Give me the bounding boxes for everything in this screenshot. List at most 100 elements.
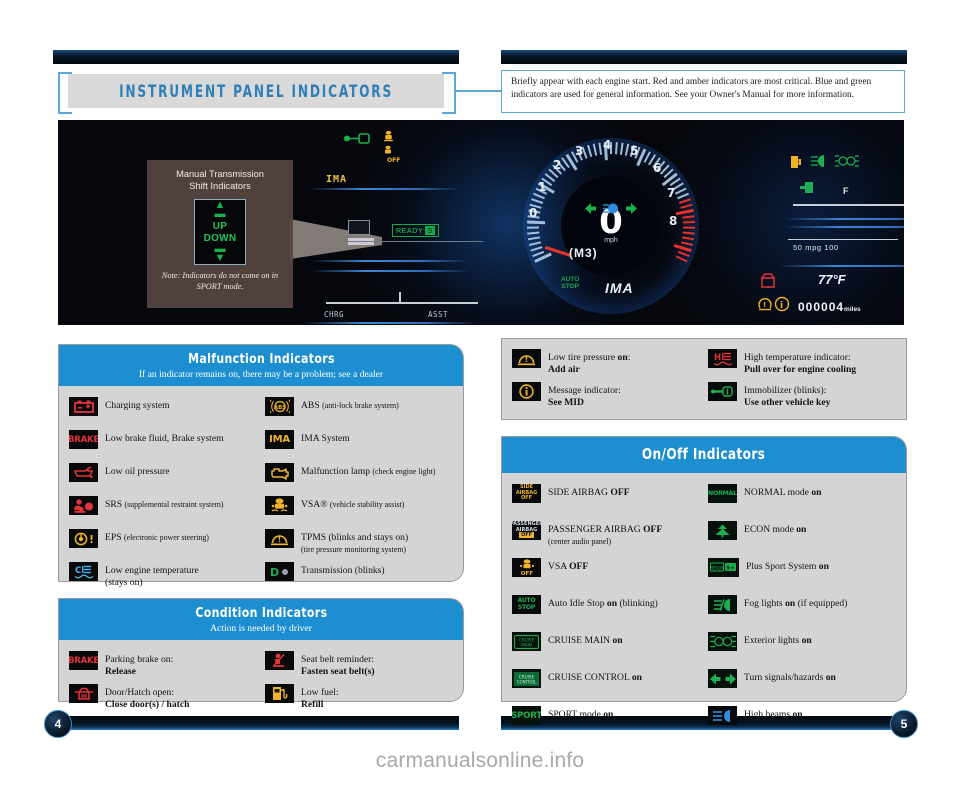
ima-logo-text: IMA xyxy=(605,280,634,296)
page-number-left: 4 xyxy=(44,710,72,738)
tick-label-8: 8 xyxy=(669,214,678,228)
svg-text:!: ! xyxy=(89,533,94,546)
shift-up-label: UP xyxy=(212,220,228,232)
cluster-charge-label: CHRG xyxy=(324,310,345,319)
svg-text:CONTROL: CONTROL xyxy=(517,679,537,684)
list-item: ! EPS (electronic power steering) xyxy=(69,527,259,560)
mpg-scale-label: 50 mpg 100 xyxy=(793,243,839,252)
list-item: PASSENGERAIRBAGOFF PASSENGER AIRBAG OFF(… xyxy=(512,519,702,554)
item-label: Low tire pressure on: Add air xyxy=(548,352,631,375)
coolant-temp-low-icon: C xyxy=(69,562,98,581)
passenger-airbag-off-icon: PASSENGERAIRBAGOFF xyxy=(512,521,541,540)
list-item: ! Low tire pressure on: Add air xyxy=(512,347,702,380)
svg-text:!: ! xyxy=(763,301,766,309)
item-label: Seat belt reminder: Fasten seat belt(s) xyxy=(301,654,375,677)
cluster-ima-label: IMA xyxy=(326,174,348,185)
fuel-full-label: F xyxy=(843,186,849,196)
svg-text:MAIN: MAIN xyxy=(521,642,532,647)
item-label: Turn signals/hazards on xyxy=(744,672,836,683)
tick-label-7: 7 xyxy=(667,186,676,200)
title-bracket-right xyxy=(442,72,456,114)
shift-indicator-callout: Manual Transmission Shift Indicators ▲ ▬ … xyxy=(147,160,293,308)
outside-temperature: 77°F xyxy=(818,272,846,287)
malfunction-indicators-panel: Malfunction Indicators If an indicator r… xyxy=(58,344,464,588)
cluster-key-telltale-icon: OFF xyxy=(344,130,400,164)
item-label: Plus Sport System on xyxy=(746,561,829,572)
turn-signal-icon xyxy=(708,669,737,688)
item-label: Exterior lights on xyxy=(744,635,812,646)
item-label: Low fuel: Refill xyxy=(301,687,339,710)
svg-text:H: H xyxy=(714,353,721,363)
item-label: Low oil pressure xyxy=(105,466,170,477)
item-label: Message indicator: See MID xyxy=(548,385,621,408)
svg-text:S+: S+ xyxy=(726,566,734,572)
cluster-ready-badge: READY S xyxy=(392,224,439,237)
brake-text-icon: BRAKE xyxy=(69,651,98,670)
item-label: SPORT mode on xyxy=(548,709,614,720)
list-item: H High temperature indicator: Pull over f… xyxy=(708,347,898,380)
tick-label-2: 2 xyxy=(553,158,562,172)
malfunction-title: Malfunction Indicators xyxy=(187,351,335,367)
cluster-divider-7 xyxy=(778,265,904,267)
steering-wheel-icon: ! xyxy=(69,529,98,548)
item-label: CRUISE CONTROL on xyxy=(548,672,643,683)
condition-items-grid: BRAKE Parking brake on: Release Seat belt… xyxy=(59,640,463,724)
malfunction-subtitle: If an indicator remains on, there may be… xyxy=(138,369,384,380)
tick-label-3: 3 xyxy=(575,144,584,158)
immobilizer-key-icon xyxy=(708,382,737,401)
condition-panel-header: Condition Indicators Action is needed by… xyxy=(59,599,463,640)
cluster-divider-3 xyxy=(310,270,470,272)
callout-note-text: Briefly appear with each engine start. R… xyxy=(511,77,872,100)
shift-down-arrow-icon: ▬ ▼ xyxy=(214,242,226,264)
fuel-gauge-bar xyxy=(793,204,904,206)
shift-indicator-display: ▲ ▬ UP DOWN ▬ ▼ xyxy=(194,199,246,266)
vsa-icon xyxy=(265,496,294,515)
onoff-items-grid: SIDE AIRBAG OFF SIDE AIRBAG OFF NORMAL NOR… xyxy=(502,473,906,748)
cluster-divider-5 xyxy=(784,218,904,220)
svg-text:OFF: OFF xyxy=(387,157,400,164)
list-item: Message indicator: See MID xyxy=(512,380,702,413)
item-label: NORMAL mode on xyxy=(744,487,822,498)
list-item: ! TPMS (blinks and stays on) (tire pressu… xyxy=(265,527,455,560)
callout-note-box: Briefly appear with each engine start. R… xyxy=(501,70,905,113)
cluster-divider-4 xyxy=(303,322,478,324)
exterior-light-telltale-icon xyxy=(835,155,859,167)
svg-text:OFF: OFF xyxy=(520,571,533,576)
list-item: Charging system xyxy=(69,395,259,428)
list-item: OFF VSA OFF xyxy=(512,556,702,591)
tick-label-6: 6 xyxy=(653,161,662,175)
list-item: Seat belt reminder: Fasten seat belt(s) xyxy=(265,649,455,682)
transmission-d-icon: D xyxy=(265,562,294,581)
gear-position-display: (M3) xyxy=(569,246,598,260)
list-item: BRAKE Low brake fluid, Brake system xyxy=(69,428,259,461)
speedometer-center: 0 mph xyxy=(561,176,661,276)
turn-right-arrow-icon xyxy=(626,203,637,214)
item-label: VSA OFF xyxy=(548,561,589,572)
fuel-gauge-icon xyxy=(800,182,813,193)
fog-lights-icon xyxy=(708,595,737,614)
battery-icon xyxy=(69,397,98,416)
high-temp-icon: H xyxy=(708,349,737,368)
item-label: CRUISE MAIN on xyxy=(548,635,623,646)
high-beam-telltale-icon xyxy=(603,203,618,214)
item-label: PASSENGER AIRBAG OFF (center audio panel) xyxy=(548,524,663,546)
cluster-battery-gauge-icon xyxy=(348,220,370,235)
malfunction-panel-header: Malfunction Indicators If an indicator r… xyxy=(59,345,463,386)
onoff-panel-header: On/Off Indicators xyxy=(502,437,906,473)
oil-can-icon xyxy=(69,463,98,482)
list-item: SPORT SPORT mode on xyxy=(512,704,702,739)
info-icon xyxy=(512,382,541,401)
list-item: ABS ABS (anti-lock brake system) xyxy=(265,395,455,428)
tpms-info-telltales: ! i xyxy=(758,296,790,312)
item-label: SRS (supplemental restraint system) xyxy=(105,499,224,510)
speedometer: 0 1 2 3 4 5 6 7 8 0 mph (M3) AUTO STOP I… xyxy=(513,128,709,324)
list-item: High beams on xyxy=(708,704,898,739)
speed-unit: mph xyxy=(604,237,618,245)
svg-text:READY: READY xyxy=(710,565,724,570)
ima-text-icon: IMA xyxy=(265,430,294,449)
item-label: Auto Idle Stop on (blinking) xyxy=(548,598,658,609)
item-label: Door/Hatch open: Close door(s) / hatch xyxy=(105,687,190,710)
srs-airbag-icon xyxy=(69,496,98,515)
item-label: IMA System xyxy=(301,433,350,444)
title-connector-line xyxy=(454,90,502,92)
